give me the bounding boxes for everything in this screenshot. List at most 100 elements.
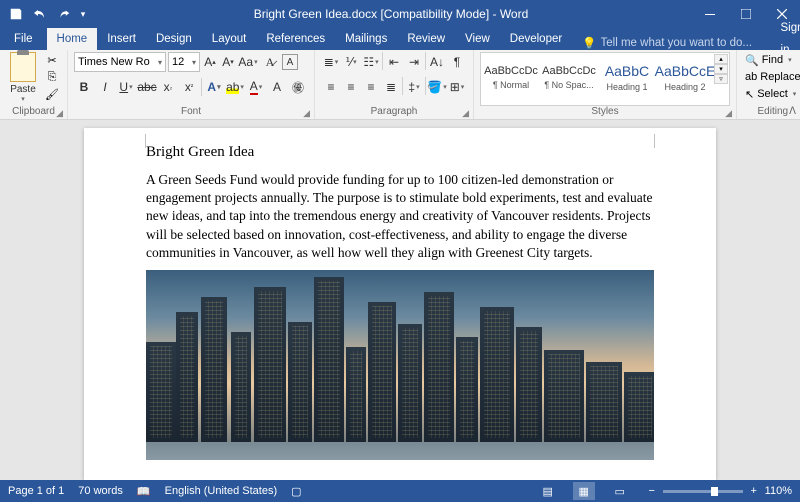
zoom-level[interactable]: 110%: [765, 485, 792, 497]
character-shading-button[interactable]: A: [267, 77, 287, 97]
sort-button[interactable]: A↓: [427, 52, 447, 72]
document-image[interactable]: [146, 270, 654, 460]
align-center-button[interactable]: ≡: [341, 77, 361, 97]
minimize-button[interactable]: [692, 0, 728, 28]
style-normal[interactable]: AaBbCcDc¶ Normal: [482, 54, 540, 100]
tell-me-search[interactable]: 💡: [572, 36, 770, 50]
tab-insert[interactable]: Insert: [97, 28, 146, 50]
zoom-slider-thumb[interactable]: [711, 487, 718, 496]
find-button[interactable]: 🔍Find▾: [743, 52, 794, 68]
bullets-button[interactable]: ≣▾: [321, 52, 341, 72]
text-effects-button[interactable]: A▾: [204, 77, 224, 97]
align-right-button[interactable]: ≡: [361, 77, 381, 97]
quick-access-toolbar: ▾: [0, 2, 90, 26]
read-icon: ▤: [542, 485, 552, 498]
page-count[interactable]: Page 1 of 1: [8, 485, 64, 497]
file-tab[interactable]: File: [0, 28, 47, 50]
styles-scroll-down[interactable]: ▾: [714, 64, 728, 74]
enclose-characters-button[interactable]: ㊝: [288, 77, 308, 97]
tab-home[interactable]: Home: [47, 28, 98, 50]
qat-customize-button[interactable]: ▾: [76, 2, 90, 26]
copy-icon: ⎘: [48, 71, 57, 84]
language-button[interactable]: English (United States): [165, 485, 278, 497]
grow-font-button[interactable]: A▴: [202, 52, 218, 72]
font-name-select[interactable]: Times New Ro▾: [74, 52, 166, 72]
maximize-button[interactable]: [728, 0, 764, 28]
numbering-button[interactable]: ⅟▾: [341, 52, 361, 72]
shrink-font-button[interactable]: A▾: [220, 52, 236, 72]
highlight-button[interactable]: ab▾: [225, 77, 245, 97]
tab-review[interactable]: Review: [397, 28, 455, 50]
justify-button[interactable]: ≣: [381, 77, 401, 97]
tell-me-input[interactable]: [601, 37, 761, 49]
tab-layout[interactable]: Layout: [202, 28, 257, 50]
bucket-icon: 🪣: [427, 80, 442, 94]
tab-developer[interactable]: Developer: [500, 28, 572, 50]
save-button[interactable]: [4, 2, 28, 26]
redo-button[interactable]: [52, 2, 76, 26]
align-left-icon: ≡: [327, 80, 334, 94]
style-heading-1[interactable]: AaBbCHeading 1: [598, 54, 656, 100]
tab-view[interactable]: View: [455, 28, 500, 50]
highlighter-icon: ab: [226, 80, 239, 94]
decrease-indent-button[interactable]: ⇤: [384, 52, 404, 72]
zoom-control: − + 110%: [645, 485, 792, 497]
zoom-slider[interactable]: [663, 490, 743, 493]
web-layout-button[interactable]: ▭: [609, 482, 631, 500]
undo-button[interactable]: [28, 2, 52, 26]
replace-button[interactable]: abReplace: [743, 69, 800, 85]
pilcrow-icon: ¶: [454, 55, 460, 69]
paragraph-launcher[interactable]: ◢: [462, 108, 469, 119]
font-color-button[interactable]: A▾: [246, 77, 266, 97]
clipboard-launcher[interactable]: ◢: [56, 108, 63, 119]
styles-expand[interactable]: ▿: [714, 74, 728, 84]
strikethrough-button[interactable]: abc: [137, 77, 157, 97]
tab-mailings[interactable]: Mailings: [335, 28, 397, 50]
multilevel-list-button[interactable]: ☷▾: [361, 52, 381, 72]
macro-recording-button[interactable]: ▢: [291, 485, 301, 498]
signin-button[interactable]: Sign in: [771, 28, 800, 50]
subscript-button[interactable]: x₂: [158, 77, 178, 97]
style-no-spacing[interactable]: AaBbCcDc¶ No Spac...: [540, 54, 598, 100]
line-spacing-button[interactable]: ‡▾: [404, 77, 424, 97]
spellcheck-button[interactable]: 📖: [137, 485, 151, 498]
tab-references[interactable]: References: [256, 28, 335, 50]
sort-icon: A↓: [430, 55, 444, 69]
cut-button[interactable]: ✂: [43, 52, 61, 68]
align-left-button[interactable]: ≡: [321, 77, 341, 97]
increase-indent-button[interactable]: ⇥: [404, 52, 424, 72]
zoom-in-button[interactable]: +: [747, 485, 761, 497]
clear-formatting-button[interactable]: A̷: [260, 52, 280, 72]
change-case-button[interactable]: Aa▾: [238, 52, 258, 72]
select-button[interactable]: ↖Select▾: [743, 86, 798, 102]
word-count[interactable]: 70 words: [78, 485, 123, 497]
read-mode-button[interactable]: ▤: [537, 482, 559, 500]
styles-launcher[interactable]: ◢: [725, 108, 732, 119]
font-launcher[interactable]: ◢: [303, 108, 310, 119]
bold-button[interactable]: B: [74, 77, 94, 97]
document-area[interactable]: Bright Green Idea A Green Seeds Fund wou…: [0, 120, 800, 480]
tab-design[interactable]: Design: [146, 28, 202, 50]
font-size-select[interactable]: 12▾: [168, 52, 200, 72]
zoom-out-button[interactable]: −: [645, 485, 659, 497]
character-border-button[interactable]: A: [282, 54, 298, 70]
styles-scroll-up[interactable]: ▴: [714, 54, 728, 64]
superscript-button[interactable]: x²: [179, 77, 199, 97]
page[interactable]: Bright Green Idea A Green Seeds Fund wou…: [84, 128, 716, 480]
print-layout-button[interactable]: ▦: [573, 482, 595, 500]
format-painter-button[interactable]: 🖌: [43, 86, 61, 102]
underline-button[interactable]: U▾: [116, 77, 136, 97]
clipboard-group: Paste ▾ ✂ ⎘ 🖌 Clipboard◢: [0, 50, 68, 119]
style-heading-2[interactable]: AaBbCcEHeading 2: [656, 54, 714, 100]
copy-button[interactable]: ⎘: [43, 69, 61, 85]
collapse-ribbon-button[interactable]: ᐱ: [789, 106, 796, 117]
cursor-icon: ↖: [745, 88, 754, 101]
document-title[interactable]: Bright Green Idea: [146, 144, 654, 161]
show-marks-button[interactable]: ¶: [447, 52, 467, 72]
shading-button[interactable]: 🪣▾: [427, 77, 447, 97]
borders-button[interactable]: ⊞▾: [447, 77, 467, 97]
paste-button[interactable]: Paste ▾: [6, 52, 40, 103]
italic-button[interactable]: I: [95, 77, 115, 97]
title-bar: ▾ Bright Green Idea.docx [Compatibility …: [0, 0, 800, 28]
document-body[interactable]: A Green Seeds Fund would provide funding…: [146, 171, 654, 262]
